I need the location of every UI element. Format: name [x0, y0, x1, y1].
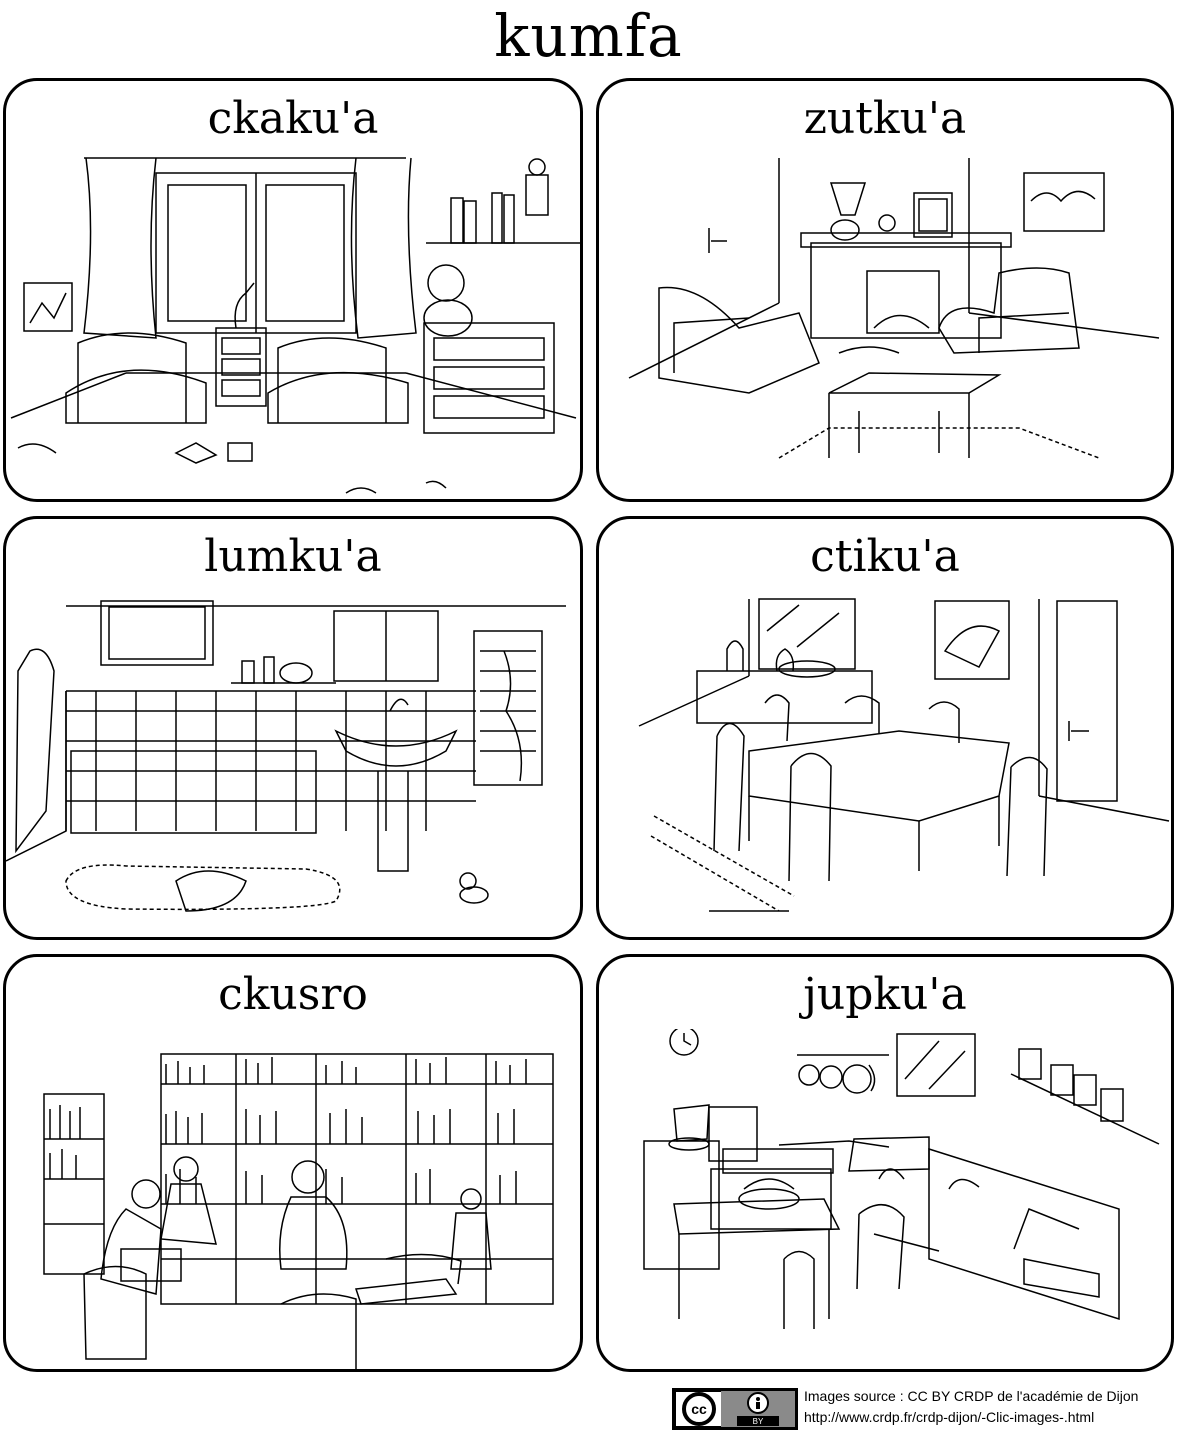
room-label: ckaku'a [207, 93, 379, 144]
credit-text: Images source : CC BY CRDP de l'académie… [804, 1386, 1164, 1428]
by-text: BY [753, 1417, 764, 1426]
room-card-kitchen: jupku'a [596, 954, 1174, 1372]
dining-room-illustration [599, 591, 1171, 937]
footer-credit: cc BY Images source : CC BY CRDP de l'ac… [672, 1386, 1162, 1430]
room-card-bathroom: lumku'a [3, 516, 583, 940]
room-card-dining-room: ctiku'a [596, 516, 1174, 940]
room-label: lumku'a [204, 531, 382, 582]
bathroom-illustration [6, 591, 580, 937]
page-title: kumfa [494, 2, 683, 70]
room-label: ckusro [218, 969, 368, 1020]
room-label: zutku'a [803, 93, 967, 144]
kitchen-illustration [599, 1029, 1171, 1369]
license-badge: cc BY [672, 1388, 798, 1430]
credit-line-source: Images source : CC BY CRDP de l'académie… [804, 1388, 1139, 1404]
cc-text: cc [691, 1401, 707, 1417]
room-card-bedroom: ckaku'a [3, 78, 583, 502]
room-label: ctiku'a [810, 531, 960, 582]
room-card-library: ckusro [3, 954, 583, 1372]
bedroom-illustration [6, 153, 580, 499]
room-card-living-room: zutku'a [596, 78, 1174, 502]
living-room-illustration [599, 153, 1171, 499]
cc-license-icon: cc BY [673, 1389, 797, 1429]
room-label: jupku'a [803, 969, 967, 1020]
library-illustration [6, 1029, 580, 1369]
credit-line-url: http://www.crdp.fr/crdp-dijon/-Clic-imag… [804, 1409, 1095, 1425]
